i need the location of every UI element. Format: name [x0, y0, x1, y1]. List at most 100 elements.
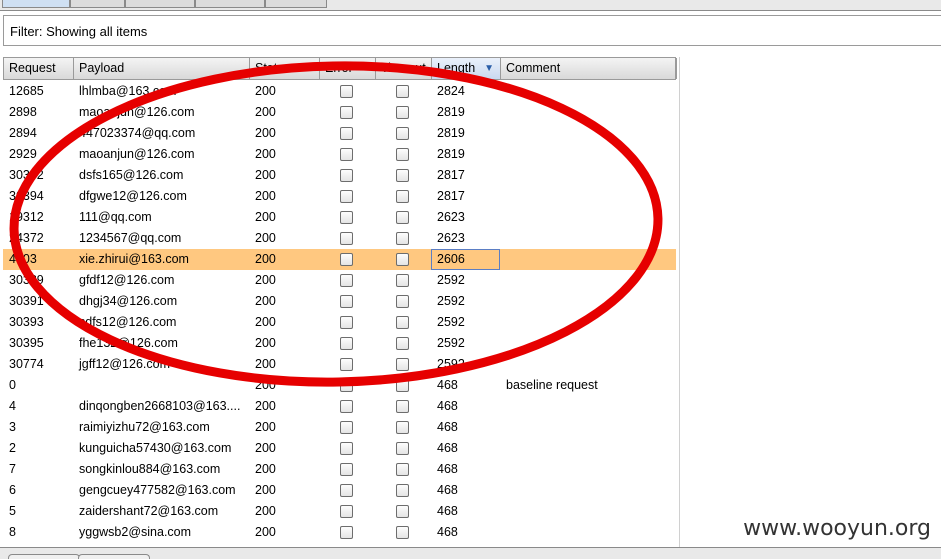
column-header-length[interactable]: Length ▼	[432, 58, 501, 79]
table-row[interactable]: 5 zaidershant72@163.com 200 468	[3, 501, 676, 522]
column-header-payload[interactable]: Payload	[74, 58, 250, 79]
cell-length: 468	[437, 525, 458, 539]
table-row[interactable]: 30395 fhe132@126.com 200 2592	[3, 333, 676, 354]
error-checkbox[interactable]	[340, 421, 353, 434]
timeout-checkbox[interactable]	[396, 526, 409, 539]
cell-payload: yggwsb2@sina.com	[79, 525, 192, 539]
cell-length: 468	[437, 378, 458, 392]
filter-bar[interactable]: Filter: Showing all items	[3, 15, 941, 46]
timeout-checkbox[interactable]	[396, 337, 409, 350]
cell-request: 7	[9, 462, 16, 476]
cell-length: 468	[437, 420, 458, 434]
error-checkbox[interactable]	[340, 400, 353, 413]
table-row[interactable]: 30392 dsfs165@126.com 200 2817	[3, 165, 676, 186]
table-row[interactable]: 2898 maoanjun@126.com 200 2819	[3, 102, 676, 123]
error-checkbox[interactable]	[340, 463, 353, 476]
tab-options[interactable]	[265, 0, 327, 8]
table-row[interactable]: 30394 dfgwe12@126.com 200 2817	[3, 186, 676, 207]
timeout-checkbox[interactable]	[396, 421, 409, 434]
cell-comment	[500, 249, 676, 270]
cell-length: 468	[437, 462, 458, 476]
table-row[interactable]: 19312 111@qq.com 200 2623	[3, 207, 676, 228]
cell-request: 30392	[9, 168, 44, 182]
timeout-checkbox[interactable]	[396, 232, 409, 245]
table-row[interactable]: 30774 jgff12@126.com 200 2592	[3, 354, 676, 375]
table-row[interactable]: 3 raimiyizhu72@163.com 200 468	[3, 417, 676, 438]
error-checkbox[interactable]	[340, 274, 353, 287]
timeout-checkbox[interactable]	[396, 295, 409, 308]
cell-payload: raimiyizhu72@163.com	[79, 420, 210, 434]
error-checkbox[interactable]	[340, 358, 353, 371]
error-checkbox[interactable]	[340, 106, 353, 119]
error-checkbox[interactable]	[340, 484, 353, 497]
bottom-tab-response[interactable]	[78, 554, 150, 559]
column-header-timeout[interactable]: Timeout	[376, 58, 432, 79]
timeout-checkbox[interactable]	[396, 85, 409, 98]
error-checkbox[interactable]	[340, 316, 353, 329]
timeout-checkbox[interactable]	[396, 211, 409, 224]
error-checkbox[interactable]	[340, 148, 353, 161]
timeout-checkbox[interactable]	[396, 274, 409, 287]
table-row[interactable]: 8 yggwsb2@sina.com 200 468	[3, 522, 676, 543]
table-row[interactable]: 7 songkinlou884@163.com 200 468	[3, 459, 676, 480]
table-row[interactable]: 24372 1234567@qq.com 200 2623	[3, 228, 676, 249]
tab-positions[interactable]	[125, 0, 195, 8]
timeout-checkbox[interactable]	[396, 442, 409, 455]
cell-length: 2592	[437, 273, 465, 287]
column-header-comment[interactable]: Comment	[501, 58, 677, 79]
error-checkbox[interactable]	[340, 190, 353, 203]
table-row[interactable]: 30391 dhgj34@126.com 200 2592	[3, 291, 676, 312]
error-checkbox[interactable]	[340, 169, 353, 182]
table-row[interactable]: 4603 xie.zhirui@163.com 200 2606	[3, 249, 676, 270]
error-checkbox[interactable]	[340, 526, 353, 539]
cell-status: 200	[255, 441, 276, 455]
table-row[interactable]: 12685 lhlmba@163.com 200 2824	[3, 81, 676, 102]
timeout-checkbox[interactable]	[396, 253, 409, 266]
timeout-checkbox[interactable]	[396, 379, 409, 392]
error-checkbox[interactable]	[340, 253, 353, 266]
bottom-tab-request[interactable]	[8, 554, 80, 559]
table-row[interactable]: 6 gengcuey477582@163.com 200 468	[3, 480, 676, 501]
error-checkbox[interactable]	[340, 379, 353, 392]
table-row[interactable]: 30389 gfdf12@126.com 200 2592	[3, 270, 676, 291]
timeout-checkbox[interactable]	[396, 169, 409, 182]
error-checkbox[interactable]	[340, 295, 353, 308]
table-row[interactable]: 2929 maoanjun@126.com 200 2819	[3, 144, 676, 165]
column-header-error[interactable]: Error	[320, 58, 376, 79]
cell-payload: jgff12@126.com	[79, 357, 170, 371]
tab-results[interactable]	[2, 0, 70, 8]
filter-label: Filter: Showing all items	[10, 24, 148, 39]
cell-status: 200	[255, 168, 276, 182]
timeout-checkbox[interactable]	[396, 484, 409, 497]
timeout-checkbox[interactable]	[396, 190, 409, 203]
error-checkbox[interactable]	[340, 211, 353, 224]
timeout-checkbox[interactable]	[396, 106, 409, 119]
cell-payload: fhe132@126.com	[79, 336, 178, 350]
cell-length: 2592	[437, 294, 465, 308]
timeout-checkbox[interactable]	[396, 505, 409, 518]
table-row[interactable]: 4 dinqongben2668103@163.... 200 468	[3, 396, 676, 417]
watermark: www.wooyun.org	[743, 516, 931, 541]
timeout-checkbox[interactable]	[396, 127, 409, 140]
error-checkbox[interactable]	[340, 127, 353, 140]
timeout-checkbox[interactable]	[396, 400, 409, 413]
timeout-checkbox[interactable]	[396, 358, 409, 371]
column-header-status[interactable]: Status	[250, 58, 320, 79]
error-checkbox[interactable]	[340, 505, 353, 518]
table-row[interactable]: 30393 sdfs12@126.com 200 2592	[3, 312, 676, 333]
timeout-checkbox[interactable]	[396, 148, 409, 161]
column-header-request[interactable]: Request	[4, 58, 74, 79]
tab-payloads[interactable]	[195, 0, 265, 8]
table-row[interactable]: 2894 447023374@qq.com 200 2819	[3, 123, 676, 144]
error-checkbox[interactable]	[340, 232, 353, 245]
tab-target[interactable]	[70, 0, 125, 8]
error-checkbox[interactable]	[340, 442, 353, 455]
error-checkbox[interactable]	[340, 337, 353, 350]
table-row[interactable]: 0 200 468 baseline request	[3, 375, 676, 396]
timeout-checkbox[interactable]	[396, 316, 409, 329]
timeout-checkbox[interactable]	[396, 463, 409, 476]
table-row[interactable]: 2 kunguicha57430@163.com 200 468	[3, 438, 676, 459]
cell-status: 200	[255, 84, 276, 98]
cell-request: 2894	[9, 126, 37, 140]
error-checkbox[interactable]	[340, 85, 353, 98]
